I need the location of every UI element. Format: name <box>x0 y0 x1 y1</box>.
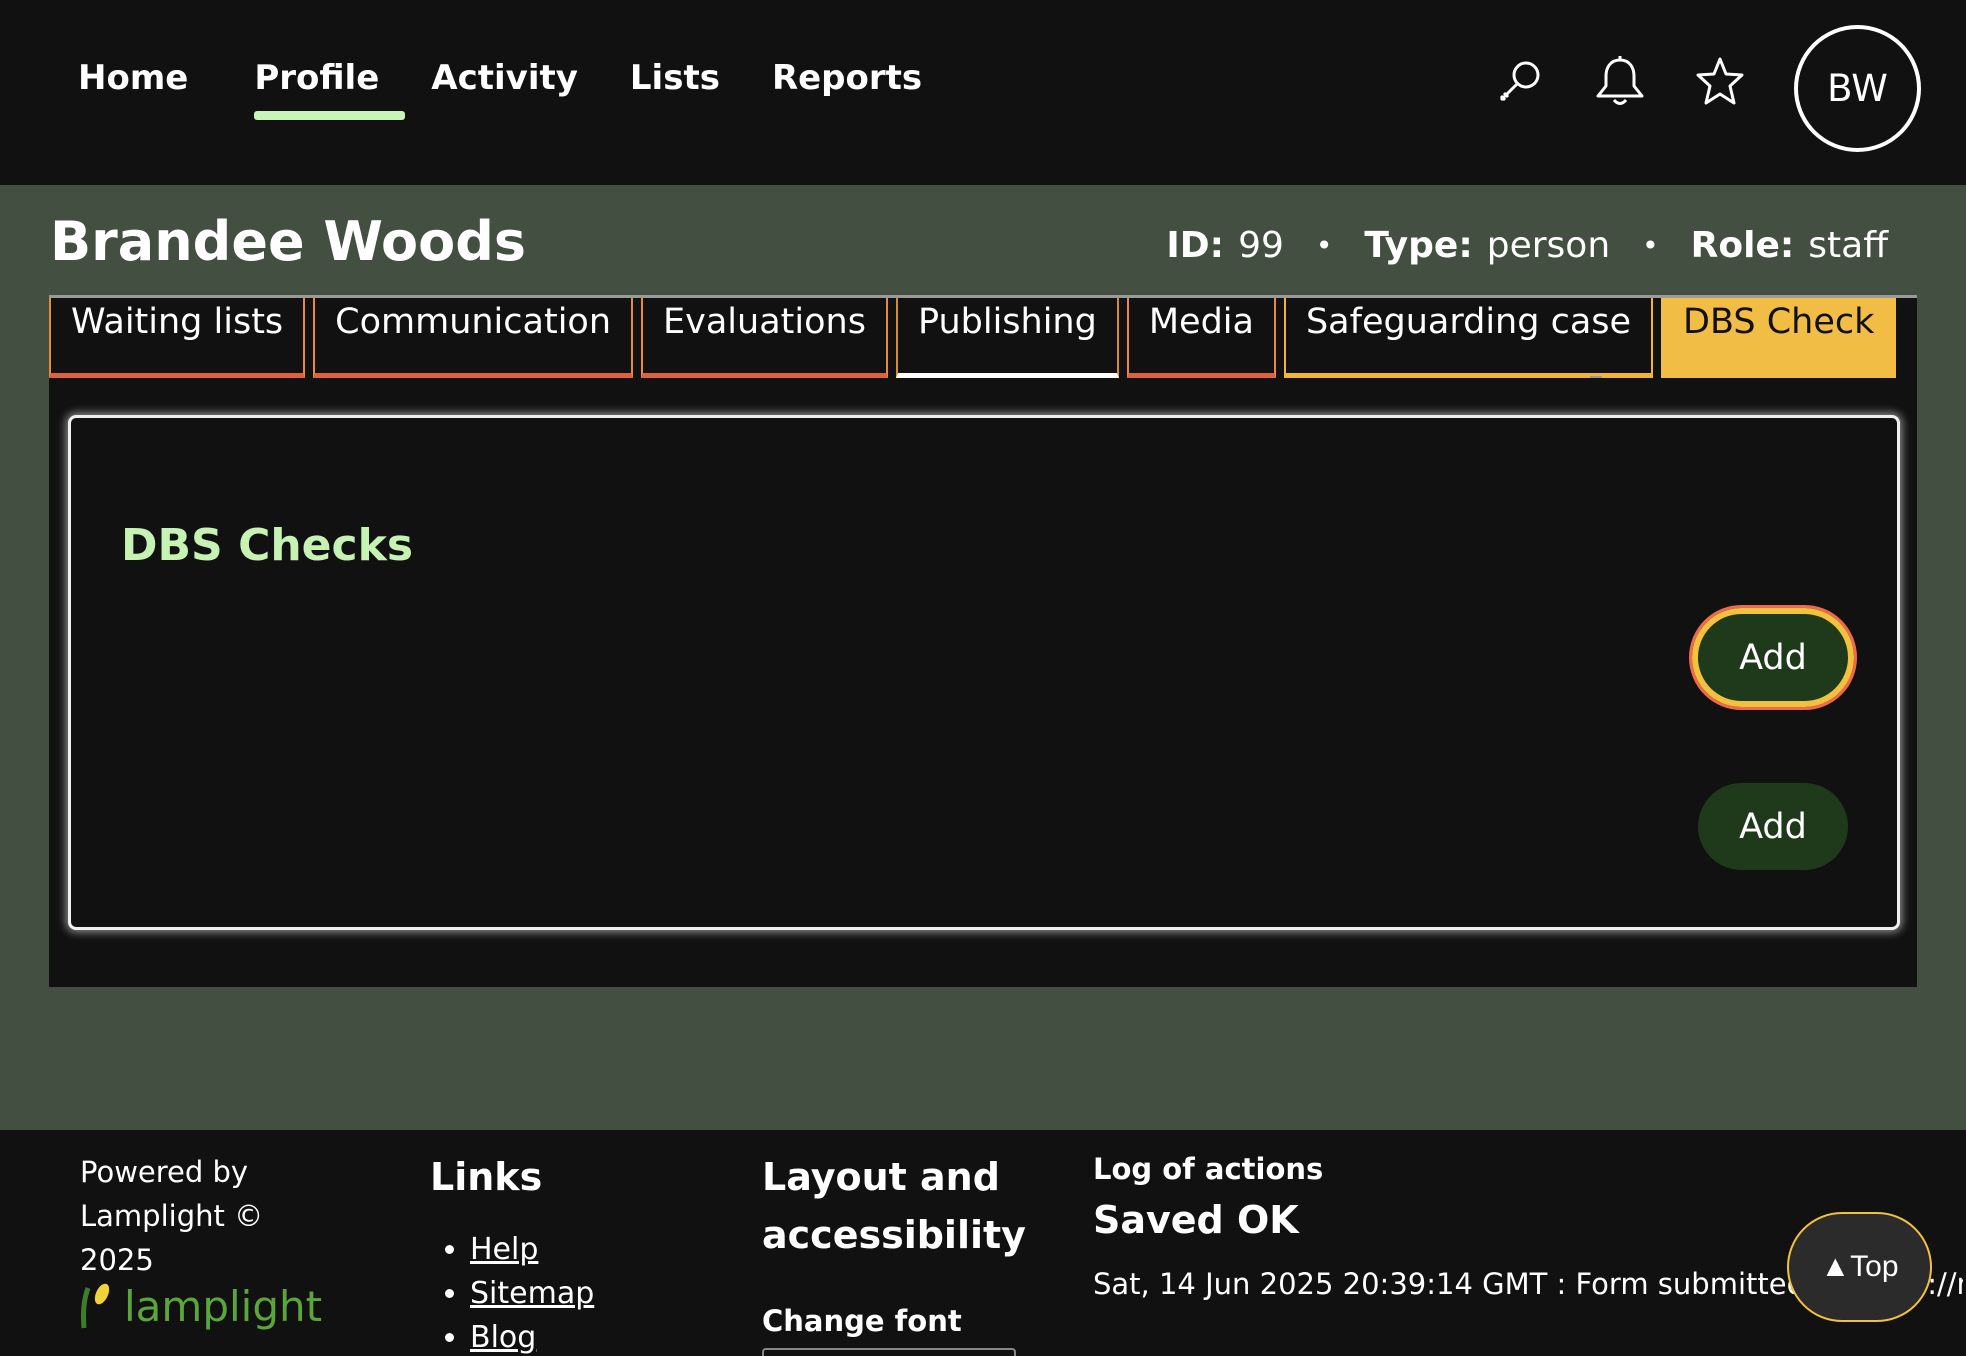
user-avatar[interactable]: BW <box>1794 25 1921 152</box>
add-button-secondary[interactable]: Add <box>1698 783 1848 870</box>
add-button-primary[interactable]: Add <box>1689 605 1857 710</box>
nav-activity[interactable]: Activity <box>405 50 604 120</box>
back-to-top-button[interactable]: ▲Top <box>1787 1212 1932 1322</box>
type-label: Type: <box>1364 225 1473 266</box>
nav-lists[interactable]: Lists <box>604 50 746 120</box>
change-font-label: Change font <box>762 1304 962 1338</box>
lamp-icon <box>81 1283 110 1329</box>
tab-dbs-check[interactable]: DBS Check <box>1661 298 1897 378</box>
search-icon[interactable] <box>1490 52 1550 112</box>
font-select[interactable] <box>762 1348 1016 1356</box>
meta-separator: • <box>1315 229 1333 262</box>
tab-bar: Waiting lists Communication Evaluations … <box>49 298 1897 378</box>
id-value: 99 <box>1238 225 1284 266</box>
tab-evaluations[interactable]: Evaluations <box>641 298 888 378</box>
person-meta: ID: 99 • Type: person • Role: staff <box>1166 225 1888 266</box>
top-navigation: Home Profile Activity Lists Reports BW <box>0 0 1966 185</box>
list-item: Help <box>470 1228 594 1272</box>
blog-link[interactable]: Blog <box>470 1320 536 1355</box>
tab-waiting-lists[interactable]: Waiting lists <box>49 298 306 378</box>
powered-by-text: Powered by Lamplight © 2025 <box>80 1155 264 1277</box>
lamplight-logo[interactable]: lamplight <box>78 1278 322 1334</box>
header-icons <box>1490 52 1750 112</box>
logo-text: lamplight <box>124 1281 323 1331</box>
help-link[interactable]: Help <box>470 1232 538 1267</box>
tab-safeguarding-case[interactable]: Safeguarding case <box>1283 298 1654 378</box>
type-value: person <box>1486 225 1611 266</box>
footer-links: Links Help Sitemap Blog <box>430 1148 594 1356</box>
person-name: Brandee Woods <box>50 210 527 273</box>
list-item: Blog <box>470 1316 594 1356</box>
role-label: Role: <box>1690 225 1795 266</box>
dbs-checks-card: DBS Checks Add Add <box>68 415 1900 930</box>
meta-separator: • <box>1642 229 1659 262</box>
star-icon[interactable] <box>1690 52 1750 112</box>
nav-home[interactable]: Home <box>52 50 214 120</box>
card-title: DBS Checks <box>121 520 414 571</box>
list-item: Sitemap <box>470 1272 594 1316</box>
sitemap-link[interactable]: Sitemap <box>470 1276 594 1311</box>
tab-communication[interactable]: Communication <box>313 298 634 378</box>
links-heading: Links <box>430 1155 543 1199</box>
log-heading: Log of actions <box>1093 1152 1324 1186</box>
tab-publishing[interactable]: Publishing <box>895 298 1119 378</box>
tab-divider <box>1590 376 1602 378</box>
layout-accessibility: Layout and accessibility Change font <box>762 1148 1026 1338</box>
footer: Powered by Lamplight © 2025 lamplight Li… <box>0 1130 1966 1356</box>
layout-heading: Layout and accessibility <box>762 1155 1026 1257</box>
nav-reports[interactable]: Reports <box>746 50 948 120</box>
main-nav: Home Profile Activity Lists Reports <box>52 50 948 120</box>
role-value: staff <box>1808 225 1888 266</box>
nav-profile[interactable]: Profile <box>228 50 406 120</box>
id-label: ID: <box>1166 225 1225 266</box>
tab-media[interactable]: Media <box>1126 298 1276 378</box>
footer-link-list: Help Sitemap Blog <box>430 1228 594 1356</box>
bell-icon[interactable] <box>1590 52 1650 112</box>
